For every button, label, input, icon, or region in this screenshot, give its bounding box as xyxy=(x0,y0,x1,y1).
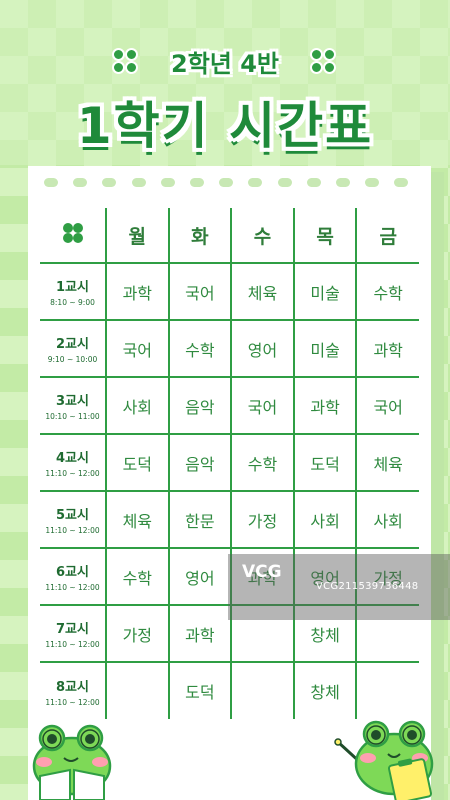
period-time: 11:10 ~ 12:00 xyxy=(45,583,100,592)
subject-cell xyxy=(230,661,295,719)
table-row: 4교시 11:10 ~ 12:00 도덕 음악 수학 도덕 체육 xyxy=(40,433,419,492)
period-time: 11:10 ~ 12:00 xyxy=(45,469,100,478)
subject-cell: 가정 xyxy=(105,604,170,663)
period-cell: 1교시 8:10 ~ 9:00 xyxy=(40,262,107,321)
binder-hole xyxy=(73,178,88,187)
table-row: 5교시 11:10 ~ 12:00 체육 한문 가정 사회 사회 xyxy=(40,490,419,549)
binder-hole xyxy=(306,178,321,187)
subject-cell: 국어 xyxy=(355,376,419,435)
subject-cell: 과학 xyxy=(355,319,419,378)
binder-hole xyxy=(248,178,263,187)
day-header: 화 xyxy=(167,208,233,264)
period-cell: 4교시 11:10 ~ 12:00 xyxy=(40,433,107,492)
period-cell: 6교시 11:10 ~ 12:00 xyxy=(40,547,107,606)
subject-cell: 도덕 xyxy=(105,433,170,492)
day-header: 월 xyxy=(105,208,170,264)
period-label: 7교시 xyxy=(56,622,89,637)
watermark-text: VCG211539736448 xyxy=(316,581,419,592)
subject-cell: 수학 xyxy=(167,319,233,378)
frog-reading-illustration xyxy=(32,724,112,800)
day-header: 목 xyxy=(292,208,358,264)
subject-cell: 도덕 xyxy=(167,661,233,719)
binder-hole xyxy=(277,178,292,187)
subject-cell: 수학 xyxy=(105,547,170,606)
period-time: 10:10 ~ 11:00 xyxy=(45,412,100,421)
table-row: 3교시 10:10 ~ 11:00 사회 음악 국어 과학 국어 xyxy=(40,376,419,435)
period-label: 6교시 xyxy=(56,565,89,580)
subject-cell: 사회 xyxy=(105,376,170,435)
subject-cell: 체육 xyxy=(105,490,170,549)
period-time: 9:10 ~ 10:00 xyxy=(47,355,98,364)
day-header: 금 xyxy=(355,208,419,264)
period-time: 11:10 ~ 12:00 xyxy=(45,526,100,535)
subject-cell: 국어 xyxy=(105,319,170,378)
subject-cell: 과학 xyxy=(292,376,358,435)
subject-cell: 과학 xyxy=(167,604,233,663)
subject-cell: 과학 xyxy=(105,262,170,321)
period-cell: 3교시 10:10 ~ 11:00 xyxy=(40,376,107,435)
period-time: 11:10 ~ 12:00 xyxy=(45,640,100,649)
subject-cell xyxy=(355,661,419,719)
subject-cell: 가정 xyxy=(230,490,295,549)
binder-hole xyxy=(219,178,234,187)
subject-cell: 한문 xyxy=(167,490,233,549)
binder-hole xyxy=(44,178,58,187)
table-row: 1교시 8:10 ~ 9:00 과학 국어 체육 미술 수학 xyxy=(40,262,419,321)
subject-cell: 체육 xyxy=(355,433,419,492)
period-time: 8:10 ~ 9:00 xyxy=(50,298,95,307)
period-label: 8교시 xyxy=(56,679,89,695)
frog-clipboard-illustration xyxy=(334,720,434,800)
binder-hole xyxy=(365,178,380,187)
subject-cell: 사회 xyxy=(292,490,358,549)
period-cell: 8교시 11:10 ~ 12:00 xyxy=(40,661,107,719)
period-cell: 5교시 11:10 ~ 12:00 xyxy=(40,490,107,549)
day-header: 수 xyxy=(230,208,295,264)
period-label: 3교시 xyxy=(56,394,89,409)
binder-hole xyxy=(102,178,117,187)
class-subtitle: 2학년 4반 xyxy=(171,50,279,78)
timetable-header-row: 월 화 수 목 금 xyxy=(40,208,419,264)
subject-cell: 음악 xyxy=(167,376,233,435)
subject-cell: 국어 xyxy=(167,262,233,321)
table-row: 8교시 11:10 ~ 12:00 도덕 창체 xyxy=(40,661,419,719)
watermark-logo: VCG xyxy=(242,562,282,582)
subject-cell: 체육 xyxy=(230,262,295,321)
period-cell: 7교시 11:10 ~ 12:00 xyxy=(40,604,107,663)
binder-hole xyxy=(131,178,146,187)
binder-hole xyxy=(394,178,409,187)
table-row: 2교시 9:10 ~ 10:00 국어 수학 영어 미술 과학 xyxy=(40,319,419,378)
page-title: 1학기 시간표 xyxy=(76,97,374,155)
subject-cell: 음악 xyxy=(167,433,233,492)
subject-cell: 영어 xyxy=(230,319,295,378)
binder-hole xyxy=(336,178,350,187)
period-label: 2교시 xyxy=(56,337,89,352)
period-label: 5교시 xyxy=(56,508,89,523)
subject-cell: 국어 xyxy=(230,376,295,435)
subject-cell: 수학 xyxy=(230,433,295,492)
subject-cell: 미술 xyxy=(292,262,358,321)
binder-hole xyxy=(160,178,175,187)
watermark: VCG VCG211539736448 xyxy=(228,554,450,620)
subject-cell: 창체 xyxy=(292,661,358,719)
subject-cell: 미술 xyxy=(292,319,358,378)
period-time: 11:10 ~ 12:00 xyxy=(45,697,100,707)
period-label: 4교시 xyxy=(56,451,89,466)
period-label: 1교시 xyxy=(56,280,89,295)
clover-icon xyxy=(62,222,83,243)
subject-cell: 수학 xyxy=(355,262,419,321)
subject-cell: 영어 xyxy=(167,547,233,606)
subject-cell xyxy=(105,661,170,719)
timetable: 월 화 수 목 금 1교시 8:10 ~ 9:00 과학 국어 체육 미술 수학 2교시 9:1… xyxy=(40,208,419,719)
period-cell: 2교시 9:10 ~ 10:00 xyxy=(40,319,107,378)
subject-cell: 도덕 xyxy=(292,433,358,492)
header-corner xyxy=(40,208,107,264)
binder-hole xyxy=(190,178,204,187)
subject-cell: 사회 xyxy=(355,490,419,549)
